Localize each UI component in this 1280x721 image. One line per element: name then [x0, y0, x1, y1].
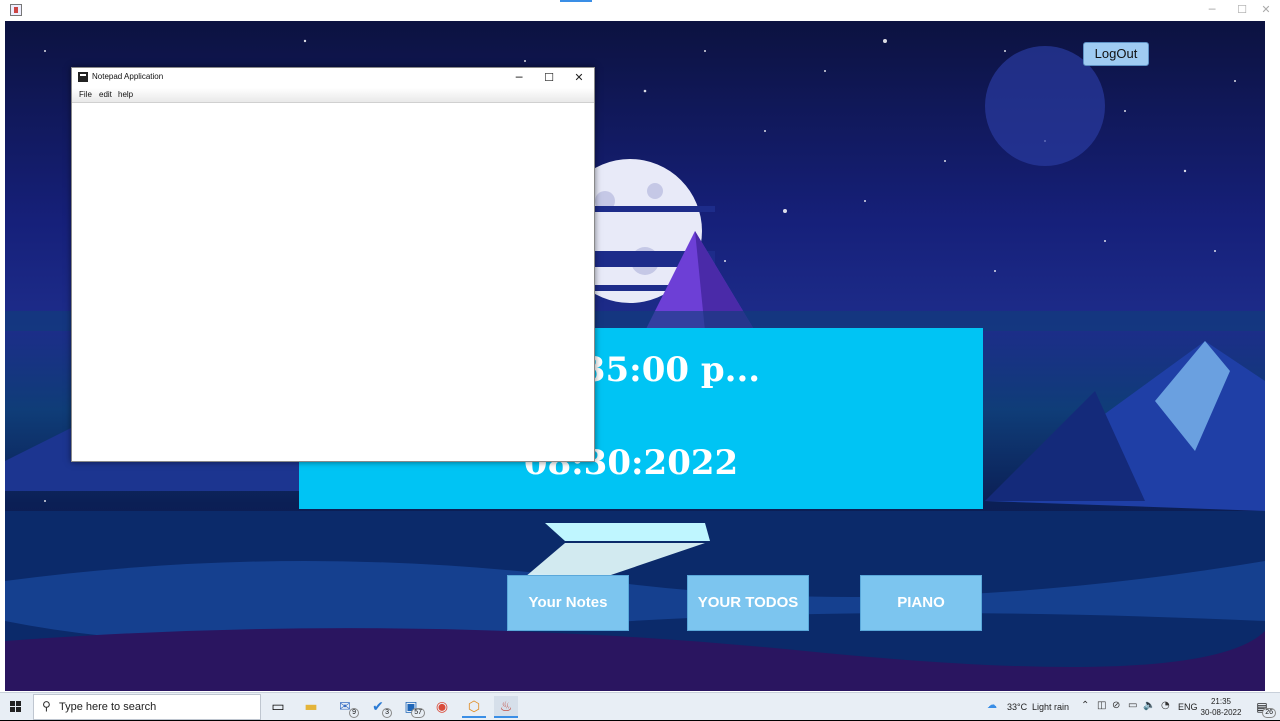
notepad-maximize-button[interactable]: ☐	[534, 69, 564, 87]
todo-app-icon[interactable]: ✔ 3	[366, 696, 392, 718]
windows-logo-icon	[10, 701, 21, 712]
mail-badge: 9	[349, 708, 359, 718]
logout-button[interactable]: LogOut	[1083, 42, 1149, 66]
notepad-titlebar[interactable]: Notepad Application ─ ☐ ✕	[72, 68, 594, 88]
search-placeholder: Type here to search	[59, 701, 157, 713]
notepad-close-button[interactable]: ✕	[564, 69, 594, 87]
main-window-titlebar[interactable]: ─ ☐ ✕	[0, 0, 1280, 21]
task-view-icon[interactable]: ▭	[266, 696, 290, 718]
your-todos-button[interactable]: YOUR TODOS	[687, 575, 809, 631]
start-button[interactable]	[0, 693, 32, 721]
system-clock[interactable]: 21:35 30-08-2022	[1196, 696, 1246, 718]
main-minimize-button[interactable]: ─	[1198, 2, 1226, 18]
java-taskbar-icon[interactable]: ♨	[494, 696, 518, 718]
weather-desc[interactable]: Light rain	[1032, 702, 1069, 712]
notepad-app-icon	[78, 72, 88, 82]
language-indicator[interactable]: ENG	[1178, 702, 1198, 712]
chevron-up-icon[interactable]: ⌃	[1081, 700, 1089, 711]
piano-button[interactable]: PIANO	[860, 575, 982, 631]
main-close-button[interactable]: ✕	[1252, 2, 1280, 18]
taskbar-search[interactable]: ⚲ Type here to search	[33, 694, 261, 720]
chrome-icon[interactable]: ◉	[430, 696, 454, 718]
taskbar: ⚲ Type here to search ▭ ▬ ✉ 9 ✔ 3 ▣ 57 ◉ ⬡ …	[0, 692, 1280, 720]
notification-icon[interactable]: ▤ 26	[1250, 696, 1276, 718]
menu-file[interactable]: File	[79, 90, 92, 99]
app-badge: 57	[411, 708, 425, 718]
notification-badge: 26	[1262, 708, 1276, 718]
mail-icon[interactable]: ✉ 9	[333, 696, 359, 718]
system-time: 21:35	[1210, 697, 1232, 706]
notepad-window: Notepad Application ─ ☐ ✕ File edit help	[71, 67, 595, 462]
volume-icon[interactable]: 🔈	[1143, 700, 1155, 711]
battery-saver-icon[interactable]: ◫	[1097, 700, 1106, 711]
file-explorer-icon[interactable]: ▬	[299, 696, 323, 718]
ide-icon[interactable]: ⬡	[462, 696, 486, 718]
search-icon: ⚲	[42, 699, 51, 713]
system-date: 30-08-2022	[1200, 708, 1242, 717]
app-icon[interactable]: ▣ 57	[399, 696, 425, 718]
menu-edit[interactable]: edit	[99, 90, 112, 99]
notepad-title: Notepad Application	[92, 72, 164, 81]
java-app-icon	[10, 4, 22, 16]
weather-temp[interactable]: 33°C	[1007, 702, 1027, 712]
battery-icon[interactable]: ▭	[1128, 700, 1137, 711]
network-off-icon[interactable]: ⊘	[1112, 700, 1120, 711]
wifi-icon[interactable]: ◔	[1161, 700, 1170, 711]
todo-badge: 3	[382, 708, 392, 718]
notepad-text-area[interactable]	[72, 104, 594, 461]
weather-icon[interactable]: ☁	[987, 700, 997, 711]
titlebar-accent	[560, 0, 592, 2]
notepad-menubar: File edit help	[72, 88, 594, 103]
your-notes-button[interactable]: Your Notes	[507, 575, 629, 631]
notepad-minimize-button[interactable]: ─	[504, 69, 534, 87]
menu-help[interactable]: help	[118, 90, 133, 99]
